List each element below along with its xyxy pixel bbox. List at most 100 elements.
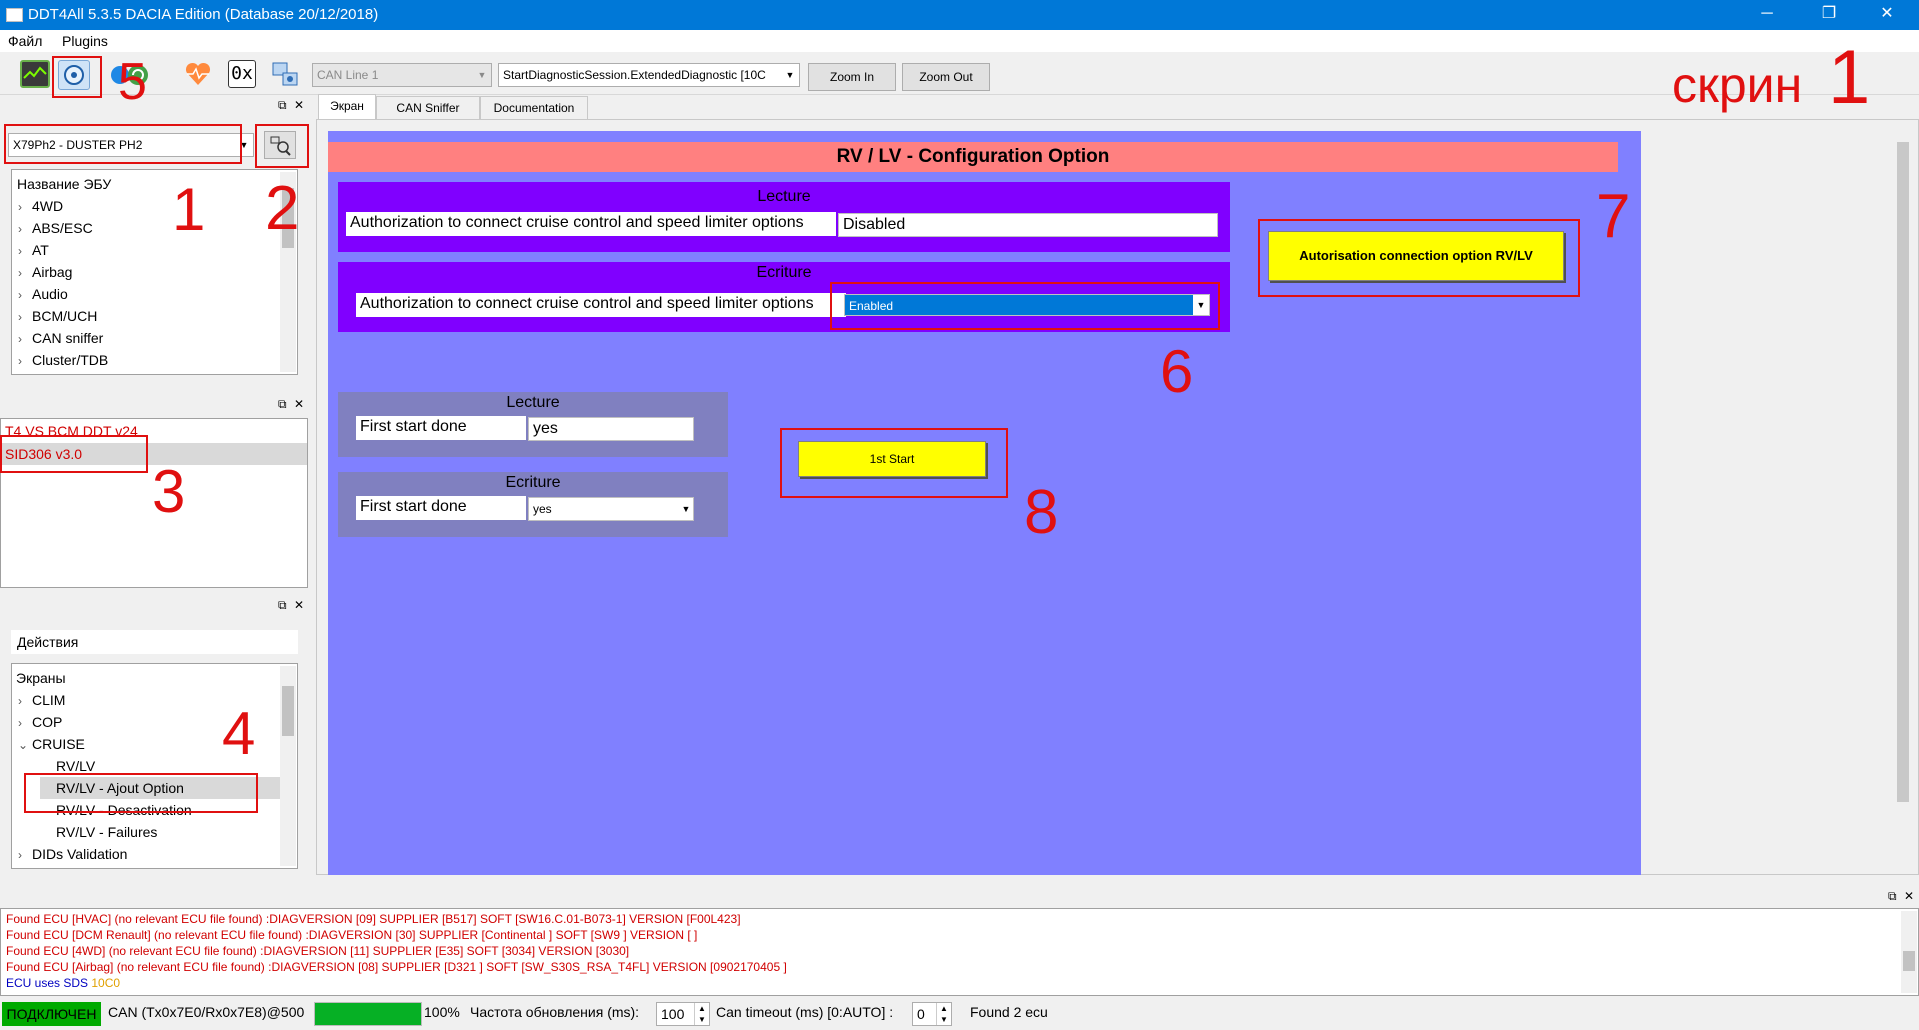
ecu-item-label: BCM/UCH xyxy=(32,308,98,324)
ecu-item-label: AT xyxy=(32,242,49,258)
ecriture2-label: First start done xyxy=(356,496,526,520)
ecriture-label: Authorization to connect cruise control … xyxy=(356,293,846,317)
log-line: Found ECU [4WD] (no relevant ECU file fo… xyxy=(6,944,630,958)
screens-tree-scrollbar[interactable] xyxy=(280,666,296,866)
minimize-button[interactable]: ─ xyxy=(1744,0,1790,30)
monitor-icon[interactable] xyxy=(20,60,50,88)
refresh-spinbox[interactable]: 100 ▲ ▼ xyxy=(656,1002,710,1026)
float-icon[interactable]: ⧉ xyxy=(278,598,287,613)
close-icon[interactable]: ✕ xyxy=(294,598,304,612)
close-icon[interactable]: ✕ xyxy=(1904,889,1914,903)
annotation-box-1 xyxy=(4,124,242,164)
log-sds-line: ECU uses SDS 10C0 xyxy=(6,976,120,990)
close-icon[interactable]: ✕ xyxy=(294,98,304,112)
lecture-header: Lecture xyxy=(757,188,811,205)
chevron-down-icon: ▼ xyxy=(681,504,691,514)
screen-title: RV / LV - Configuration Option xyxy=(836,146,1110,167)
screens-dock-header: ⧉ ✕ xyxy=(0,597,308,615)
app-icon xyxy=(6,8,23,22)
spin-arrows-icon[interactable]: ▲ ▼ xyxy=(936,1003,951,1025)
screen-group[interactable]: › DIDs Validation xyxy=(18,846,127,862)
files-dock-header: ⧉ ✕ xyxy=(0,396,308,414)
lecture2-value: yes xyxy=(528,417,694,441)
annotation-screen-number: 1 xyxy=(1828,35,1871,120)
chevron-down-icon: ⌄ xyxy=(18,738,29,752)
screen-group-label: DIDs Validation xyxy=(32,846,128,862)
ecu-item[interactable]: › AT xyxy=(18,242,49,258)
ecu-item[interactable]: › 4WD xyxy=(18,198,63,214)
annotation-box-6 xyxy=(830,282,1220,330)
chevron-right-icon: › xyxy=(18,200,22,214)
ecu-settings-icon[interactable] xyxy=(270,60,300,88)
log-sds-text: ECU uses SDS xyxy=(6,976,89,990)
float-icon[interactable]: ⧉ xyxy=(1888,889,1897,904)
main-scrollbar[interactable] xyxy=(1895,122,1911,872)
lecture-section: Lecture Authorization to connect cruise … xyxy=(338,182,1230,252)
spin-arrows-icon[interactable]: ▲ ▼ xyxy=(694,1003,709,1025)
log-line: Found ECU [DCM Renault] (no relevant ECU… xyxy=(6,928,698,942)
maximize-button[interactable]: ❐ xyxy=(1806,0,1852,30)
session-select[interactable]: StartDiagnosticSession.ExtendedDiagnosti… xyxy=(498,63,800,87)
ecu-item[interactable]: › Cluster/TDB xyxy=(18,352,108,368)
screen-item[interactable]: RV/LV xyxy=(56,758,95,774)
ecriture-header: Ecriture xyxy=(756,264,812,281)
hex-icon[interactable]: 0x xyxy=(228,60,256,88)
float-icon[interactable]: ⧉ xyxy=(278,98,287,113)
annotation-3: 3 xyxy=(152,458,186,525)
screens-tree-header: Экраны xyxy=(16,670,66,686)
annotation-box-4 xyxy=(24,773,258,813)
chevron-right-icon: › xyxy=(18,694,22,708)
ecriture2-select[interactable]: yes ▼ xyxy=(528,497,694,521)
progress-percent: 100% xyxy=(424,1004,460,1020)
menu-bar: Файл Plugins xyxy=(0,30,1919,52)
ecu-item[interactable]: › BCM/UCH xyxy=(18,308,97,324)
found-ecu-status: Found 2 ecu xyxy=(970,1004,1048,1020)
annotation-box-2 xyxy=(255,124,309,168)
screen-group-label: COP xyxy=(32,714,63,730)
chevron-right-icon: › xyxy=(18,222,22,236)
annotation-screen-label: скрин xyxy=(1672,57,1803,113)
ecu-item[interactable]: › Airbag xyxy=(18,264,72,280)
chevron-right-icon: › xyxy=(18,354,22,368)
tab-documentation[interactable]: Documentation xyxy=(480,96,588,119)
ecu-tree: Название ЭБУ › 4WD › ABS/ESC › AT › Airbag ›… xyxy=(11,169,298,375)
chevron-right-icon: › xyxy=(18,266,22,280)
zoom-in-button[interactable]: Zoom In xyxy=(808,63,896,91)
ecu-item[interactable]: › CAN sniffer xyxy=(18,330,103,346)
chevron-down-icon: ▼ xyxy=(477,70,487,80)
menu-file[interactable]: Файл xyxy=(8,33,42,49)
screen-item[interactable]: RV/LV - Failures xyxy=(56,824,157,840)
session-value: StartDiagnosticSession.ExtendedDiagnosti… xyxy=(503,68,766,82)
ecu-item[interactable]: › ABS/ESC xyxy=(18,220,93,236)
refresh-label: Частота обновления (ms): xyxy=(470,1004,640,1020)
chevron-right-icon: › xyxy=(18,244,22,258)
ecu-item-label: Audio xyxy=(32,286,68,302)
can-line-select[interactable]: CAN Line 1 ▼ xyxy=(312,63,492,87)
heartbeat-icon[interactable] xyxy=(183,60,213,88)
timeout-spinbox[interactable]: 0 ▲ ▼ xyxy=(912,1002,952,1026)
zoom-out-button[interactable]: Zoom Out xyxy=(902,63,990,91)
log-scrollbar[interactable] xyxy=(1901,911,1917,993)
menu-plugins[interactable]: Plugins xyxy=(62,33,108,49)
screen-group[interactable]: › COP xyxy=(18,714,62,730)
chevron-down-icon: ▼ xyxy=(785,70,795,80)
screen-title-strip: RV / LV - Configuration Option xyxy=(328,142,1618,172)
screen-group-label: CRUISE xyxy=(32,736,85,752)
timeout-label: Can timeout (ms) [0:AUTO] : xyxy=(716,1004,894,1020)
annotation-box-8 xyxy=(780,428,1008,498)
screen-group[interactable]: › CLIM xyxy=(18,692,65,708)
float-icon[interactable]: ⧉ xyxy=(278,397,287,412)
annotation-1: 1 xyxy=(172,176,206,243)
tab-screen[interactable]: Экран xyxy=(318,94,376,120)
close-button[interactable]: ✕ xyxy=(1864,0,1910,30)
log-line: Found ECU [Airbag] (no relevant ECU file… xyxy=(6,960,787,974)
ecu-tree-header: Название ЭБУ xyxy=(17,176,112,192)
close-icon[interactable]: ✕ xyxy=(294,397,304,411)
ecu-item[interactable]: › Audio xyxy=(18,286,68,302)
chevron-right-icon: › xyxy=(18,716,22,730)
tab-can-sniffer[interactable]: CAN Sniffer xyxy=(376,96,480,119)
screen-group-cruise[interactable]: ⌄ CRUISE xyxy=(18,736,85,752)
refresh-value: 100 xyxy=(661,1006,685,1022)
progress-fill xyxy=(315,1003,421,1025)
can-line-value: CAN Line 1 xyxy=(317,68,379,82)
